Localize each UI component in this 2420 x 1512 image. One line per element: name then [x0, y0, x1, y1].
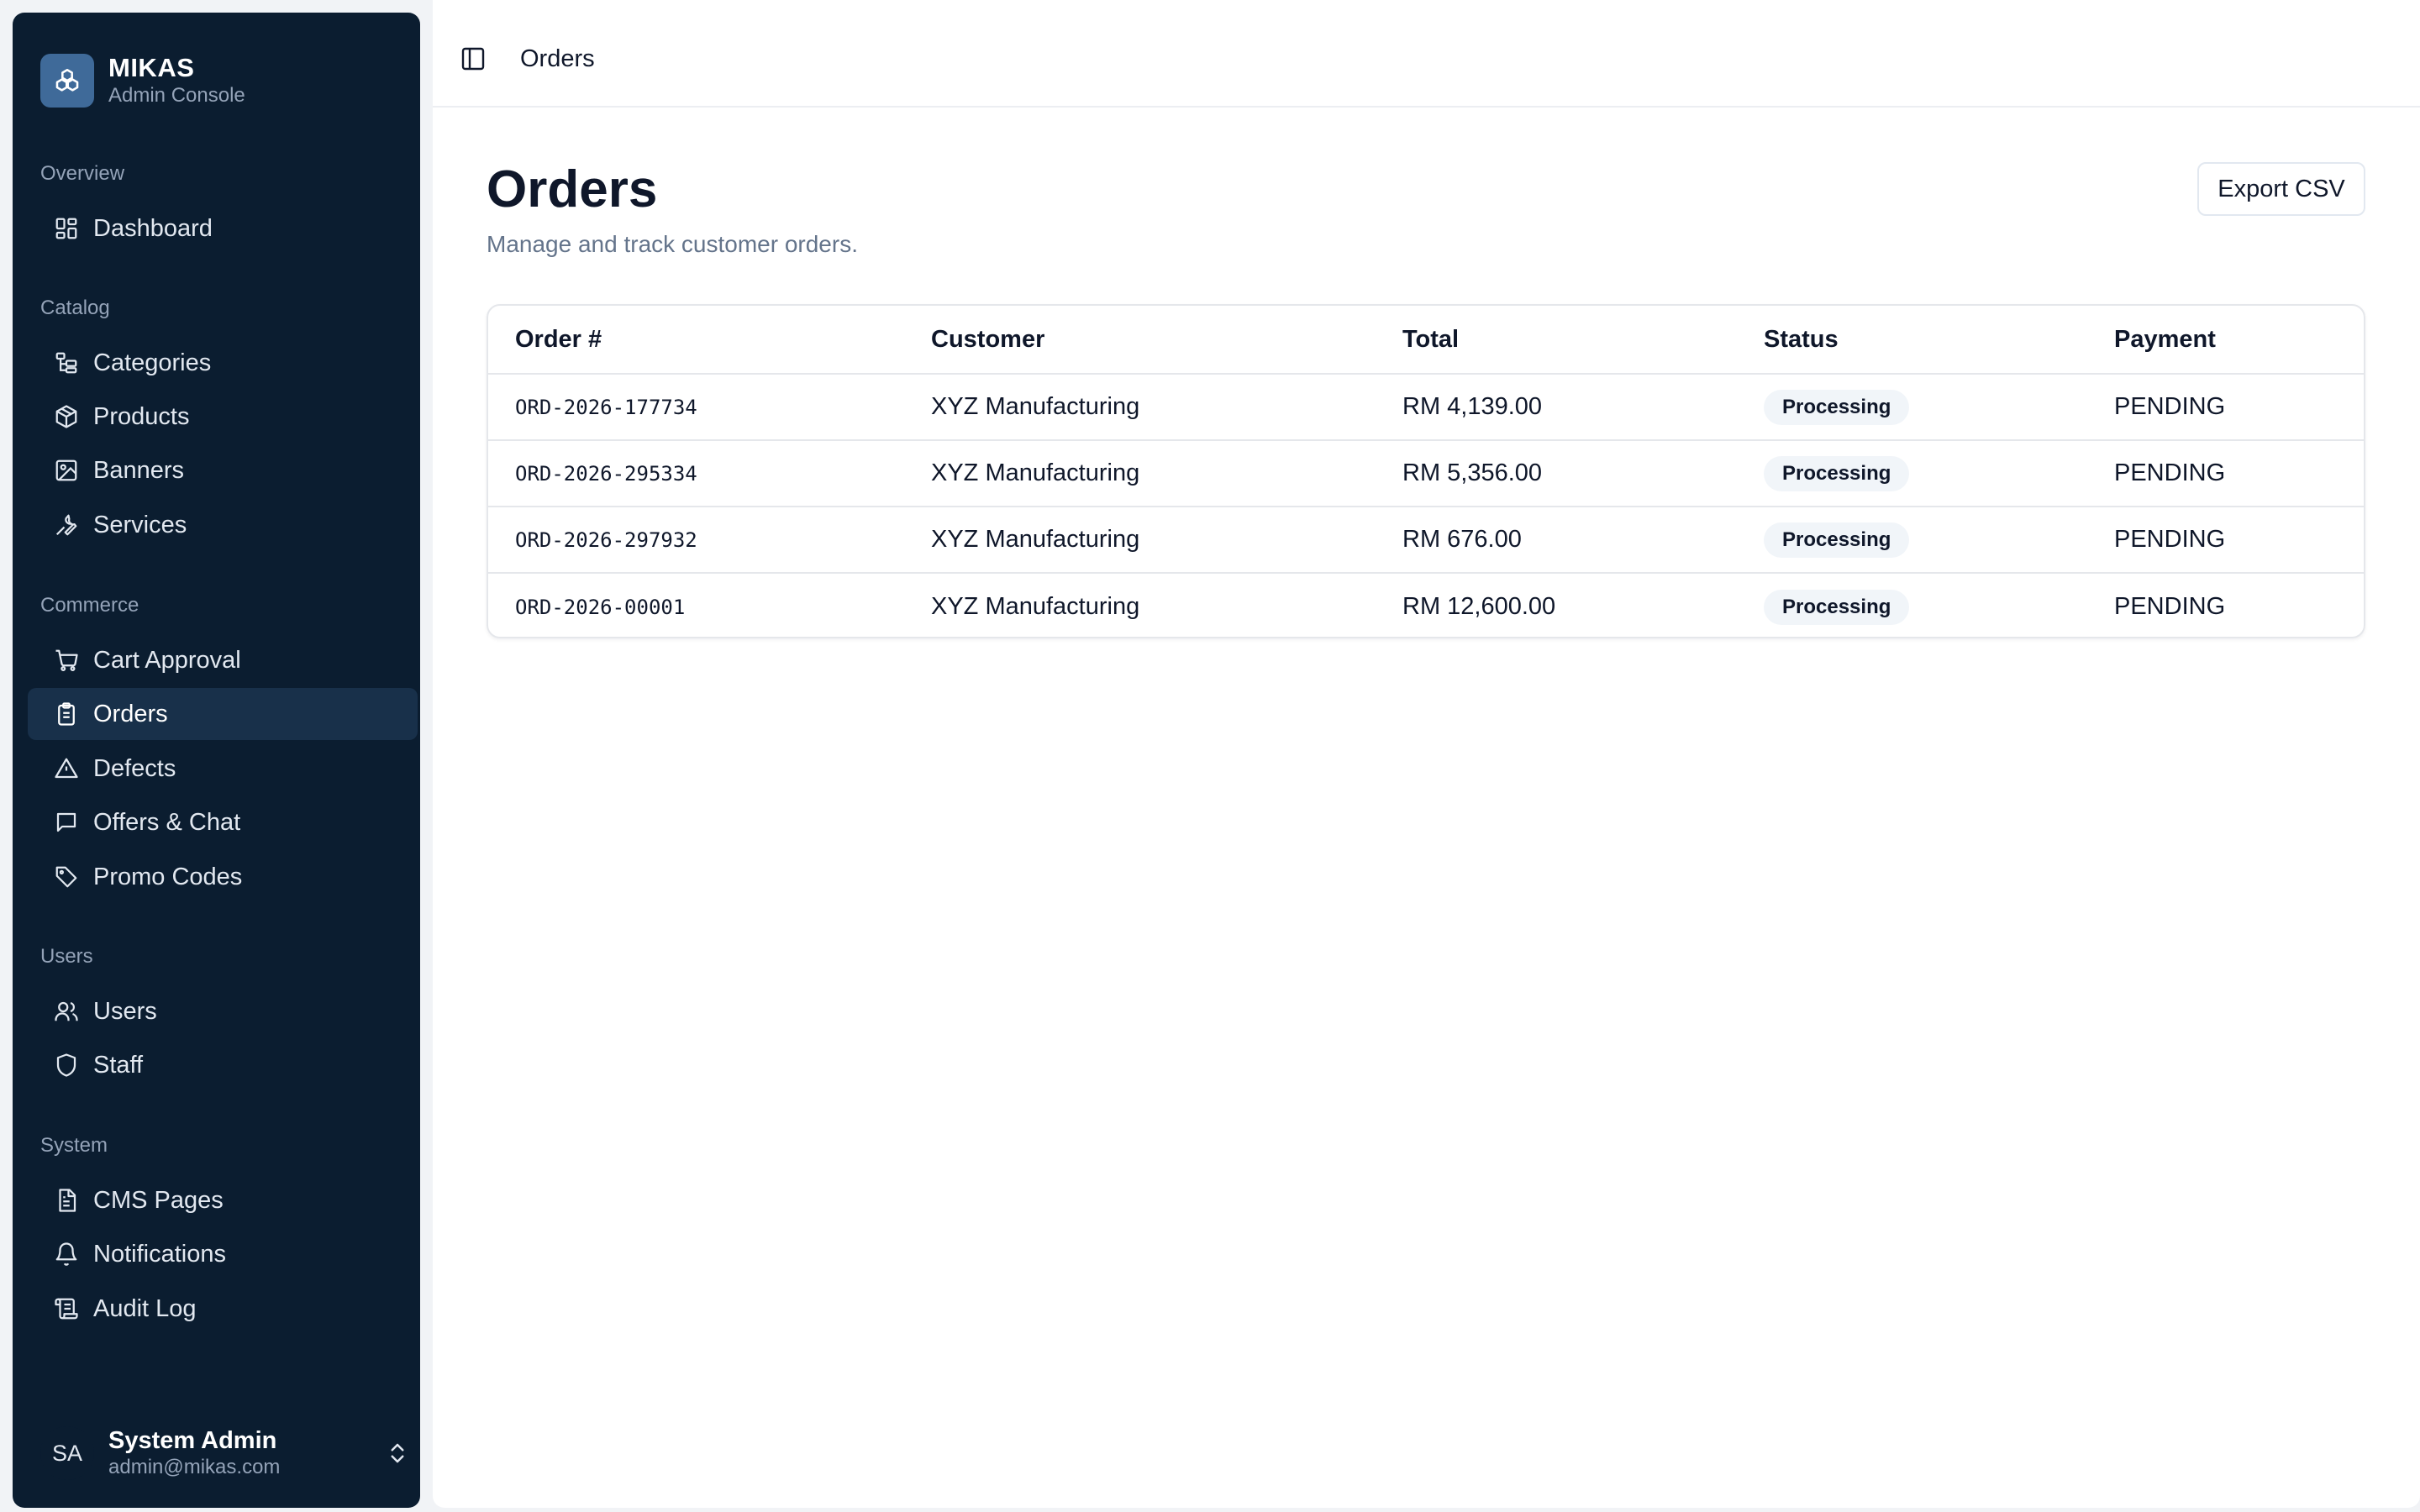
column-header-status[interactable]: Status — [1764, 306, 1839, 373]
user-email: admin@mikas.com — [108, 1456, 281, 1478]
panel-left-icon — [461, 47, 485, 71]
sidebar-item-notifications[interactable]: Notifications — [28, 1228, 418, 1280]
sidebar-item-label: Banners — [93, 456, 185, 484]
payment-status: PENDING — [2114, 526, 2226, 553]
image-icon — [53, 457, 80, 484]
sidebar-item-products[interactable]: Products — [28, 391, 418, 443]
orders-table: Order # Customer Total Status Payment OR… — [487, 304, 2365, 638]
export-csv-button[interactable]: Export CSV — [2197, 162, 2365, 216]
order-number: ORD-2026-177734 — [515, 395, 697, 419]
sidebar-item-dashboard[interactable]: Dashboard — [28, 202, 418, 255]
sidebar-item-categories[interactable]: Categories — [28, 337, 418, 389]
table-row[interactable]: ORD-2026-297932 XYZ Manufacturing RM 676… — [488, 507, 2364, 574]
status-badge: Processing — [1764, 589, 1910, 625]
scroll-icon — [53, 1295, 80, 1322]
main-panel: Orders Orders Manage and track customer … — [433, 0, 2420, 1508]
sidebar: MIKAS Admin Console Overview Dashboard C… — [13, 13, 420, 1508]
user-name: System Admin — [108, 1427, 277, 1454]
brand-subtitle: Admin Console — [108, 84, 245, 107]
hierarchy-icon — [53, 349, 80, 376]
sidebar-item-label: Services — [93, 511, 187, 538]
shield-icon — [53, 1052, 80, 1079]
order-number: ORD-2026-00001 — [515, 595, 686, 619]
order-total: RM 12,600.00 — [1402, 593, 1556, 620]
sidebar-item-label: Audit Log — [93, 1294, 197, 1322]
sidebar-item-orders[interactable]: Orders — [28, 688, 418, 740]
table-row[interactable]: ORD-2026-295334 XYZ Manufacturing RM 5,3… — [488, 441, 2364, 507]
user-menu[interactable]: SA System Admin admin@mikas.com — [40, 1424, 410, 1483]
order-total: RM 5,356.00 — [1402, 459, 1543, 486]
payment-status: PENDING — [2114, 393, 2226, 420]
sidebar-item-banners[interactable]: Banners — [28, 444, 418, 496]
sidebar-item-label: Dashboard — [93, 214, 213, 242]
chevrons-up-down-icon — [391, 1443, 404, 1463]
clipboard-list-icon — [53, 701, 80, 727]
status-badge: Processing — [1764, 522, 1910, 558]
topbar: Orders — [433, 0, 2420, 108]
sidebar-item-label: Orders — [93, 700, 168, 727]
sidebar-item-offers-chat[interactable]: Offers & Chat — [28, 796, 418, 848]
cart-icon — [53, 647, 80, 674]
brand-name: MIKAS — [108, 53, 195, 82]
section-label-system: System — [40, 1134, 108, 1157]
customer-name: XYZ Manufacturing — [931, 526, 1140, 553]
table-row[interactable]: ORD-2026-00001 XYZ Manufacturing RM 12,6… — [488, 574, 2364, 637]
order-number: ORD-2026-297932 — [515, 528, 697, 552]
page-title: Orders — [487, 160, 658, 218]
table-header-row: Order # Customer Total Status Payment — [488, 306, 2364, 375]
sidebar-item-label: CMS Pages — [93, 1186, 224, 1214]
order-total: RM 4,139.00 — [1402, 393, 1543, 420]
wrench-icon — [53, 512, 80, 538]
payment-status: PENDING — [2114, 459, 2226, 486]
avatar: SA — [40, 1426, 94, 1480]
section-label-users: Users — [40, 945, 93, 968]
chat-icon — [53, 809, 80, 836]
sidebar-item-label: Products — [93, 402, 190, 430]
sidebar-item-cms-pages[interactable]: CMS Pages — [28, 1174, 418, 1226]
section-label-commerce: Commerce — [40, 594, 139, 617]
dashboard-icon — [53, 215, 80, 242]
sidebar-item-cart-approval[interactable]: Cart Approval — [28, 634, 418, 686]
breadcrumb: Orders — [520, 45, 595, 72]
warning-icon — [53, 755, 80, 782]
file-text-icon — [53, 1187, 80, 1214]
sidebar-item-label: Offers & Chat — [93, 808, 241, 836]
tag-icon — [53, 864, 80, 890]
sidebar-item-label: Promo Codes — [93, 863, 243, 890]
sidebar-item-audit-log[interactable]: Audit Log — [28, 1283, 418, 1335]
sidebar-item-label: Defects — [93, 754, 176, 782]
order-total: RM 676.00 — [1402, 526, 1522, 553]
sidebar-item-defects[interactable]: Defects — [28, 743, 418, 795]
section-label-overview: Overview — [40, 162, 125, 185]
customer-name: XYZ Manufacturing — [931, 459, 1140, 486]
sidebar-item-label: Staff — [93, 1051, 144, 1079]
status-badge: Processing — [1764, 389, 1910, 425]
table-row[interactable]: ORD-2026-177734 XYZ Manufacturing RM 4,1… — [488, 375, 2364, 441]
customer-name: XYZ Manufacturing — [931, 593, 1140, 620]
column-header-order[interactable]: Order # — [515, 306, 602, 373]
section-label-catalog: Catalog — [40, 297, 110, 319]
users-icon — [53, 998, 80, 1025]
sidebar-toggle-button[interactable] — [458, 44, 488, 74]
page-subtitle: Manage and track customer orders. — [487, 231, 858, 257]
sidebar-item-label: Notifications — [93, 1240, 226, 1268]
sidebar-item-label: Categories — [93, 349, 212, 376]
sidebar-item-users[interactable]: Users — [28, 985, 418, 1037]
package-icon — [53, 403, 80, 430]
sidebar-item-services[interactable]: Services — [28, 499, 418, 551]
order-number: ORD-2026-295334 — [515, 461, 697, 486]
column-header-payment[interactable]: Payment — [2114, 306, 2216, 373]
bell-icon — [53, 1241, 80, 1268]
payment-status: PENDING — [2114, 593, 2226, 620]
brand-logo-icon — [40, 54, 94, 108]
column-header-customer[interactable]: Customer — [931, 306, 1044, 373]
sidebar-item-staff[interactable]: Staff — [28, 1039, 418, 1091]
column-header-total[interactable]: Total — [1402, 306, 1459, 373]
sidebar-item-label: Cart Approval — [93, 646, 241, 674]
sidebar-item-promo-codes[interactable]: Promo Codes — [28, 851, 418, 903]
sidebar-item-label: Users — [93, 997, 157, 1025]
customer-name: XYZ Manufacturing — [931, 393, 1140, 420]
brand[interactable]: MIKAS Admin Console — [40, 53, 245, 108]
status-badge: Processing — [1764, 455, 1910, 491]
